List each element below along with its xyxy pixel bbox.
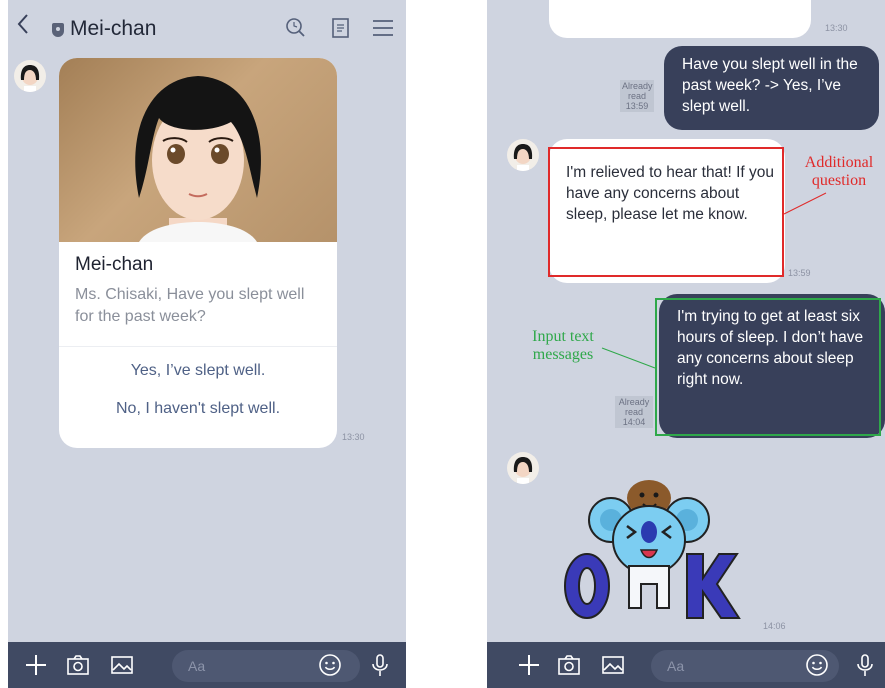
read-time: 14:04 xyxy=(622,417,646,427)
chat-title: Mei-chan xyxy=(70,17,157,40)
chat-header: Mei-chan xyxy=(8,0,406,52)
read-line-2: read xyxy=(627,91,646,101)
annotation-additional-question: Additional question xyxy=(804,154,874,189)
notes-icon[interactable] xyxy=(328,15,354,41)
question-card: Mei-chan Ms. Chisaki, Have you slept wel… xyxy=(59,58,337,448)
image-icon[interactable] xyxy=(601,653,625,677)
microphone-icon[interactable] xyxy=(368,653,392,677)
shield-icon xyxy=(52,23,64,37)
menu-icon[interactable] xyxy=(370,15,396,41)
message-time: 13:30 xyxy=(825,23,848,33)
read-time: 13:59 xyxy=(625,101,649,111)
message-time: 13:30 xyxy=(342,432,365,442)
card-name: Mei-chan xyxy=(75,254,154,275)
microphone-icon[interactable] xyxy=(853,653,877,677)
camera-icon[interactable] xyxy=(66,653,90,677)
emoji-icon[interactable] xyxy=(805,653,829,677)
character-portrait xyxy=(59,58,337,242)
previous-message-bubble xyxy=(549,0,811,38)
highlight-additional-question xyxy=(548,147,784,277)
emoji-icon[interactable] xyxy=(318,653,342,677)
message-time: 14:06 xyxy=(763,621,786,631)
card-divider xyxy=(59,346,337,347)
read-receipt: Already read 13:59 xyxy=(620,80,654,112)
image-icon[interactable] xyxy=(110,653,134,677)
avatar[interactable] xyxy=(14,60,46,92)
chat-screen-left: Mei-chan Mei-chan Ms. Chisaki, Have you … xyxy=(8,0,406,688)
ok-sticker xyxy=(559,468,749,628)
read-line-1: Already xyxy=(618,397,650,407)
camera-icon[interactable] xyxy=(557,653,581,677)
read-line-2: read xyxy=(624,407,643,417)
card-question: Ms. Chisaki, Have you slept well for the… xyxy=(75,286,305,325)
read-line-1: Already xyxy=(622,81,653,91)
avatar[interactable] xyxy=(507,452,539,484)
message-time: 13:59 xyxy=(788,268,811,278)
read-receipt: Already read 14:04 xyxy=(615,396,653,428)
plus-icon[interactable] xyxy=(517,653,541,677)
input-toolbar xyxy=(487,642,885,688)
outgoing-message: Have you slept well in the past week? ->… xyxy=(664,46,879,130)
answer-option-no[interactable]: No, I haven't slept well. xyxy=(59,400,337,418)
plus-icon[interactable] xyxy=(24,653,48,677)
input-toolbar xyxy=(8,642,406,688)
search-icon[interactable] xyxy=(282,15,308,41)
answer-option-yes[interactable]: Yes, I’ve slept well. xyxy=(59,362,337,380)
annotation-input-text: Input text messages xyxy=(532,328,594,363)
highlight-input-text xyxy=(655,298,881,436)
avatar[interactable] xyxy=(507,139,539,171)
back-arrow-icon[interactable] xyxy=(16,12,38,40)
